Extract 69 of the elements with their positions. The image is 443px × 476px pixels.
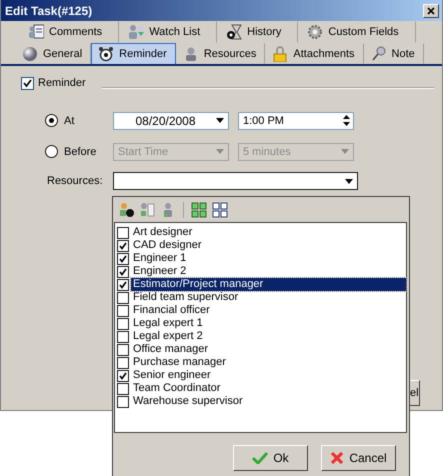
window-title: Edit Task(#125): [5, 4, 92, 18]
field-label: Resources:: [46, 175, 104, 187]
alarm-clock-icon: [98, 46, 114, 62]
radio-button[interactable]: [45, 145, 58, 158]
close-icon: [427, 6, 435, 14]
close-button[interactable]: [423, 4, 439, 18]
gear-icon: [307, 24, 324, 40]
cross-icon: [330, 451, 344, 465]
list-item[interactable]: Engineer 1: [131, 252, 188, 265]
checkbox[interactable]: [117, 382, 129, 394]
dropdown-arrow-icon: [345, 178, 353, 184]
checkbox[interactable]: [117, 344, 129, 356]
document-icon: [28, 24, 44, 40]
list-item[interactable]: Legal expert 1: [131, 317, 205, 330]
ok-button[interactable]: Ok: [233, 445, 308, 471]
list-item[interactable]: Engineer 2: [131, 265, 188, 278]
checkbox-label: Reminder: [38, 77, 86, 89]
check-icon: [23, 78, 32, 88]
radio-label: At: [64, 114, 74, 126]
list-item[interactable]: Estimator/Project manager: [131, 278, 406, 291]
tab[interactable]: Resources: [176, 43, 266, 64]
tab[interactable]: Reminder: [91, 43, 176, 64]
radio-button[interactable]: [45, 114, 58, 127]
checkbox[interactable]: [117, 252, 129, 264]
resources-field[interactable]: [113, 172, 358, 190]
checkbox[interactable]: [117, 304, 129, 316]
list-item[interactable]: Purchase manager: [131, 356, 228, 369]
tab[interactable]: Attachments: [265, 43, 364, 64]
list-item[interactable]: Office manager: [131, 343, 210, 356]
list-item[interactable]: Legal expert 2: [131, 330, 205, 343]
tab[interactable]: Custom Fields: [298, 21, 416, 43]
cancel-button[interactable]: Cancel: [321, 445, 396, 471]
checkbox[interactable]: [117, 266, 129, 278]
list-item[interactable]: Team Coordinator: [131, 382, 222, 395]
dropdown-arrow-icon: [341, 149, 349, 154]
list-item[interactable]: Senior engineer: [131, 369, 213, 382]
list-item[interactable]: CAD designer: [131, 239, 204, 252]
checkbox[interactable]: [117, 226, 129, 238]
checkbox[interactable]: [117, 370, 129, 382]
checkbox[interactable]: [117, 318, 129, 330]
tab[interactable]: Note: [364, 43, 424, 64]
padlock-icon: [272, 46, 288, 62]
radio-label: Before: [64, 146, 96, 158]
checkbox[interactable]: [117, 278, 129, 290]
list-item[interactable]: Field team supervisor: [131, 291, 240, 304]
list-item[interactable]: Financial officer: [131, 304, 212, 317]
check-icon: [119, 372, 127, 380]
select-none-icon[interactable]: [212, 202, 228, 218]
checkbox[interactable]: [117, 330, 129, 342]
time-field[interactable]: 1:00 PM: [238, 112, 354, 130]
check-icon: [252, 452, 268, 464]
people-icon: [128, 24, 144, 40]
button[interactable]: el: [410, 380, 420, 406]
checkbox[interactable]: [21, 76, 34, 90]
checkbox[interactable]: [117, 292, 129, 304]
list-item[interactable]: Art designer: [131, 226, 194, 239]
sphere-icon: [22, 46, 38, 62]
dropdown-field[interactable]: 08/20/2008: [113, 112, 229, 130]
checkbox[interactable]: [117, 356, 129, 368]
dropdown-arrow-icon: [216, 149, 224, 154]
hourglass-icon: [226, 24, 242, 40]
select-all-icon[interactable]: [191, 202, 207, 218]
dropdown-arrow-icon: [216, 118, 224, 123]
spinner-arrows-icon: [342, 115, 350, 126]
checkbox[interactable]: [117, 396, 129, 408]
person-clock-icon[interactable]: [118, 202, 134, 218]
tab[interactable]: History: [217, 21, 298, 43]
list-item[interactable]: Warehouse supervisor: [131, 395, 245, 408]
checkbox[interactable]: [117, 240, 129, 252]
